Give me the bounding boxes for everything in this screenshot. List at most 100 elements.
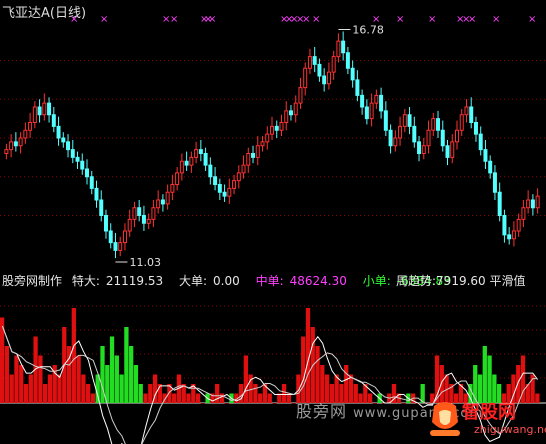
- flow-bar: [224, 403, 229, 404]
- candle-body: [217, 184, 222, 193]
- signal-mark: ×: [100, 14, 108, 25]
- candle-body: [28, 122, 33, 131]
- candle-body: [369, 102, 374, 120]
- candle-body: [184, 160, 189, 166]
- candle-body: [535, 195, 540, 209]
- small-order-label: 小单:: [362, 274, 391, 288]
- flow-bar: [76, 355, 81, 403]
- candle-body: [75, 156, 80, 162]
- candle-body: [497, 191, 502, 216]
- flow-bar: [124, 327, 129, 403]
- candle-body: [274, 125, 279, 131]
- indicator-header: 股旁网制作 特大: 21119.53 大单: 0.00 中单: 48624.30 小单…: [2, 272, 463, 289]
- flow-bar: [215, 384, 220, 403]
- flow-bar: [272, 403, 277, 404]
- candle-body: [18, 137, 23, 147]
- signal-mark: ×: [302, 14, 310, 25]
- candle-body: [459, 114, 464, 131]
- signal-mark: ×: [468, 14, 476, 25]
- low-price-label: 11.03: [129, 256, 161, 269]
- flow-bar: [105, 365, 110, 403]
- signal-mark: ×: [312, 14, 320, 25]
- watermark-site: 股旁网: [296, 402, 348, 421]
- flow-bar: [172, 393, 177, 403]
- candle-body: [521, 207, 526, 220]
- flow-bar: [119, 374, 124, 403]
- flow-bar: [258, 393, 263, 403]
- candle-body: [402, 114, 407, 127]
- candle-body: [241, 164, 246, 174]
- candle-body: [122, 230, 127, 244]
- candle-body: [507, 234, 512, 240]
- candle-body: [23, 129, 28, 139]
- candle-body: [412, 125, 417, 143]
- flow-bar: [47, 374, 53, 403]
- indicator-source: 股旁网制作: [2, 274, 63, 288]
- flow-bar: [487, 355, 492, 403]
- candle-body: [127, 218, 132, 232]
- candle-body: [32, 106, 37, 123]
- flow-bar: [14, 355, 19, 403]
- candle-body: [227, 187, 232, 197]
- candle-body: [9, 141, 14, 151]
- candle-body: [417, 141, 422, 154]
- candle-body: [251, 153, 256, 158]
- weekly-trend-label: 周趋势:: [396, 274, 437, 288]
- high-price-label: 16.78: [352, 24, 384, 37]
- special-order-label: 特大:: [71, 274, 100, 288]
- flow-bar: [129, 346, 134, 403]
- signal-mark: ×: [208, 14, 216, 25]
- candle-body: [137, 207, 142, 216]
- flow-bar: [219, 393, 225, 403]
- candle-body: [51, 114, 56, 127]
- mid-order-value: 48624.30: [289, 274, 347, 288]
- candle-body: [383, 110, 388, 131]
- candle-body: [103, 215, 108, 232]
- candle-body: [312, 56, 317, 65]
- logo-text: 智股网: [462, 402, 516, 423]
- big-order-label: 大单:: [178, 274, 208, 288]
- candle-body: [483, 149, 488, 162]
- candle-body: [208, 164, 213, 178]
- mid-order-label: 中单:: [255, 274, 284, 288]
- flow-bar: [516, 365, 521, 403]
- big-order: 大单: 0.00: [179, 274, 246, 288]
- candle-body: [42, 102, 47, 116]
- candle-body: [516, 218, 521, 232]
- candle-body: [288, 110, 293, 116]
- candle-body: [350, 67, 355, 81]
- candle-body: [270, 125, 274, 135]
- flow-bar: [301, 336, 306, 403]
- candle-body: [255, 145, 260, 158]
- flow-bar: [81, 374, 86, 403]
- candle-body: [345, 52, 350, 69]
- candle-body: [341, 40, 346, 54]
- candle-body: [488, 160, 493, 174]
- flow-bar: [143, 393, 148, 403]
- candle-body: [194, 149, 199, 158]
- candle-body: [469, 106, 474, 123]
- candle-body: [179, 160, 184, 174]
- candle-body: [160, 199, 165, 205]
- weekly-trend: 周趋势:7919.60: [396, 274, 486, 288]
- candle-body: [189, 156, 194, 166]
- flow-bar: [133, 365, 139, 403]
- candle-body: [236, 172, 241, 182]
- logo-emblem-icon: [430, 402, 460, 436]
- candle-body: [530, 199, 535, 209]
- candle-body: [118, 242, 123, 251]
- candle-body: [355, 79, 360, 96]
- candle-body: [108, 230, 113, 244]
- flow-bar: [19, 365, 24, 403]
- candle-body: [141, 215, 146, 224]
- candle-body: [284, 110, 289, 123]
- candle-body: [464, 106, 469, 116]
- price-chart[interactable]: 16.7811.03× × × × ××× ××××× × × × × ××× × ×: [0, 0, 546, 270]
- candle-body: [526, 199, 531, 209]
- candle-body: [132, 207, 137, 220]
- candle-body: [436, 118, 441, 131]
- flow-bar: [482, 346, 487, 403]
- flow-bar: [195, 393, 201, 403]
- candle-body: [246, 153, 251, 166]
- candle-body: [431, 118, 436, 131]
